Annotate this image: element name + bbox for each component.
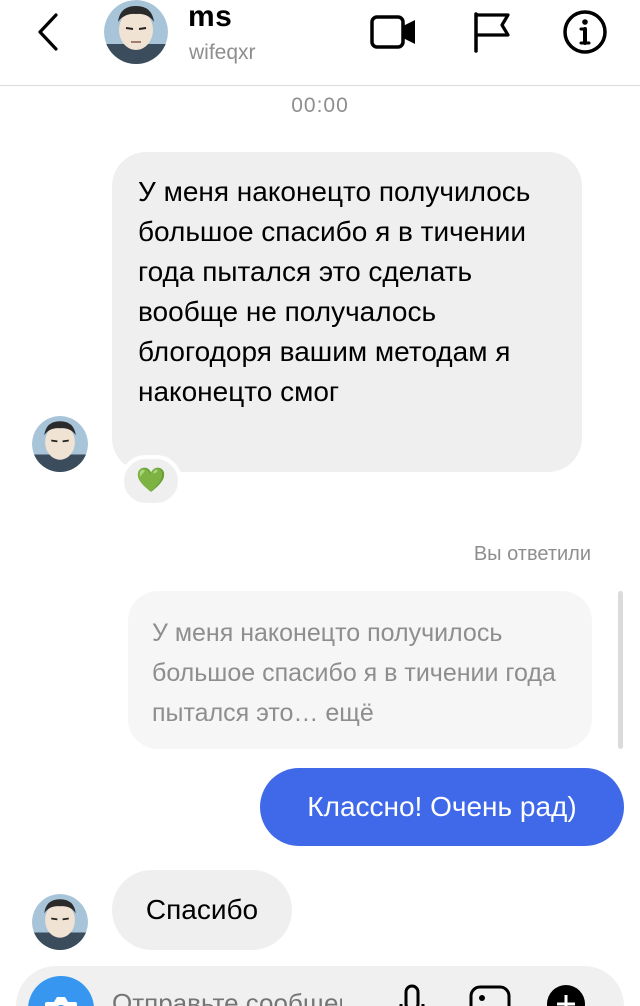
- message-input[interactable]: [112, 988, 342, 1006]
- header-avatar[interactable]: [104, 0, 168, 64]
- chat-username[interactable]: ms: [188, 0, 232, 34]
- flag-icon: [474, 12, 510, 53]
- gallery-button[interactable]: [468, 982, 512, 1006]
- gallery-icon: [469, 985, 511, 1006]
- incoming-message-bubble[interactable]: У меня наконецто получилось большое спас…: [112, 152, 582, 472]
- message-composer: [16, 966, 624, 1006]
- chat-handle[interactable]: wifeqxr: [189, 40, 256, 66]
- chevron-left-icon: [38, 13, 58, 51]
- info-icon: [563, 10, 607, 54]
- camera-icon: [45, 997, 77, 1006]
- sender-avatar[interactable]: [32, 416, 88, 472]
- chat-header: ms wifeqxr: [0, 0, 640, 86]
- report-button[interactable]: [464, 4, 520, 60]
- green-heart-icon: 💚: [136, 467, 166, 494]
- back-button[interactable]: [26, 8, 70, 56]
- plus-icon: [547, 985, 585, 1006]
- incoming-message-bubble[interactable]: Спасибо: [112, 870, 292, 950]
- microphone-button[interactable]: [390, 982, 434, 1006]
- microphone-icon: [399, 984, 425, 1006]
- outgoing-message-bubble[interactable]: Классно! Очень рад): [260, 768, 624, 846]
- chat-screen: ms wifeqxr 00:00 У меня наконецто получи…: [0, 0, 640, 1006]
- quote-indicator-bar: [618, 591, 623, 749]
- message-timestamp: 00:00: [291, 94, 349, 117]
- info-button[interactable]: [557, 4, 613, 60]
- quoted-message[interactable]: У меня наконецто получилось большое спас…: [128, 591, 592, 749]
- message-reaction[interactable]: 💚: [120, 455, 182, 507]
- camera-button[interactable]: [28, 976, 94, 1006]
- more-button[interactable]: [544, 982, 588, 1006]
- sender-avatar[interactable]: [32, 894, 88, 950]
- video-call-button[interactable]: [366, 4, 422, 60]
- video-camera-icon: [370, 15, 415, 49]
- replied-label: Вы ответили: [473, 543, 591, 565]
